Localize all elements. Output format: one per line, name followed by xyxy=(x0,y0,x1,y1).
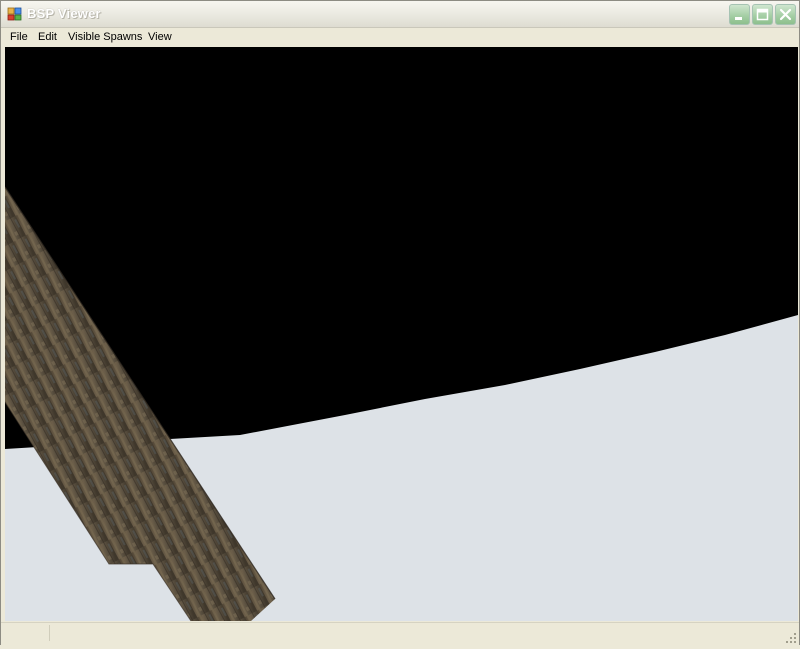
status-bar xyxy=(1,622,799,645)
maximize-button[interactable] xyxy=(752,4,773,25)
app-icon[interactable] xyxy=(7,6,23,22)
minimize-button[interactable] xyxy=(729,4,750,25)
scene-render xyxy=(5,47,798,621)
maximize-icon xyxy=(756,8,769,21)
menu-bar: File Edit Visible Spawns View xyxy=(1,28,799,47)
app-window: BSP Viewer File Edit Visible Spawns View xyxy=(0,0,800,645)
minimize-icon xyxy=(735,17,742,20)
menu-visible-spawns[interactable]: Visible Spawns xyxy=(68,31,142,43)
close-icon xyxy=(779,8,792,21)
bsp-3d-viewport[interactable] xyxy=(5,47,798,621)
menu-edit[interactable]: Edit xyxy=(38,31,57,43)
menu-file[interactable]: File xyxy=(10,31,28,43)
window-title: BSP Viewer xyxy=(27,6,101,21)
status-panel xyxy=(3,625,50,641)
menu-view[interactable]: View xyxy=(148,31,172,43)
title-bar[interactable]: BSP Viewer xyxy=(1,1,799,28)
close-button[interactable] xyxy=(775,4,796,25)
resize-grip-icon[interactable] xyxy=(785,631,797,643)
